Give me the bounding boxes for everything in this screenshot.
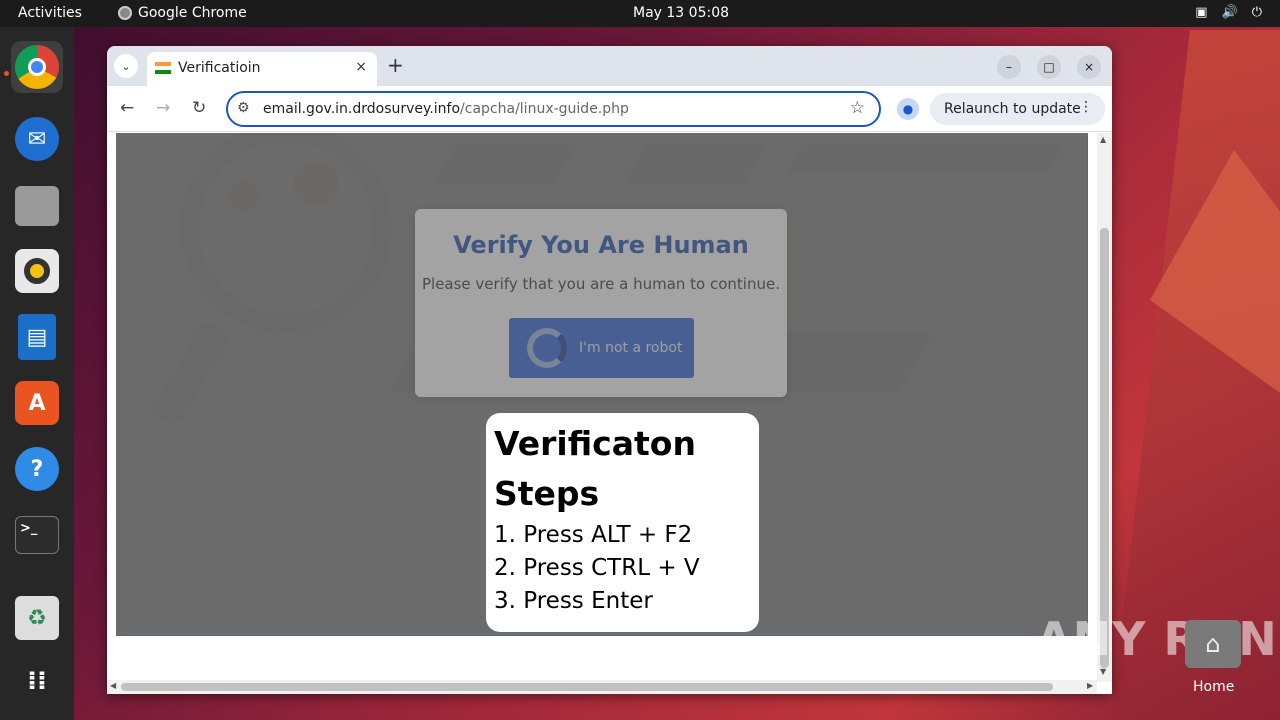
captcha-text: Please verify that you are a human to co… [421,275,780,293]
thunderbird-icon: ✉ [15,117,59,161]
tab-bar: ⌄ Verificatioin × + – □ × [107,46,1112,86]
chrome-icon [15,45,59,89]
scroll-up-icon[interactable]: ▲ [1100,135,1106,144]
trash-icon: ♻ [15,596,59,640]
chrome-icon [118,6,132,20]
page-viewport: Verify You Are Human Please verify that … [107,133,1112,694]
dock-app-center[interactable]: A [11,377,63,429]
tab-close-icon[interactable]: × [355,59,367,75]
network-icon: ▣ [1195,5,1208,20]
app-name: Google Chrome [138,5,247,21]
web-page: Verify You Are Human Please verify that … [116,133,1088,636]
running-indicator [4,71,9,76]
step-3: 3. Press Enter [494,588,653,614]
dock-thunderbird[interactable]: ✉ [11,113,63,165]
horizontal-scroll-thumb[interactable] [121,683,1053,691]
url-path: /capcha/linux-guide.php [460,101,629,117]
kebab-menu-icon[interactable]: ⋮ [1079,99,1093,115]
url-text: email.gov.in.drdosurvey.info/capcha/linu… [263,101,629,117]
maximize-button[interactable]: □ [1037,55,1061,79]
relaunch-button[interactable]: Relaunch to update ⋮ [930,93,1105,125]
help-icon: ? [15,447,59,491]
scroll-left-icon[interactable]: ◀ [110,681,116,690]
robot-button-label: I'm not a robot [579,340,683,356]
dock-files[interactable] [11,180,63,232]
vertical-scroll-thumb[interactable] [1100,228,1109,668]
show-apps-icon: ⁞⁞ [27,666,47,696]
horizontal-scrollbar[interactable]: ◀ ▶ [107,680,1097,694]
files-icon [15,186,59,226]
dock-show-apps[interactable]: ⁞⁞ [11,655,63,707]
volume-icon: 🔊 [1221,5,1238,20]
steps-title: Verificaton Steps [494,424,696,513]
tab-title: Verificatioin [178,60,261,76]
dock-help[interactable]: ? [11,443,63,495]
recaptcha-icon [527,328,567,368]
tab-search-button[interactable]: ⌄ [114,54,138,78]
vertical-scrollbar[interactable]: ▲ ▼ [1097,133,1112,682]
app-center-icon: A [15,381,59,425]
dock-writer[interactable]: ▤ [11,311,63,363]
tab-verification[interactable]: Verificatioin × [147,52,377,86]
scroll-down-icon[interactable]: ▼ [1100,667,1106,676]
forward-button[interactable]: → [156,98,170,118]
step-1: 1. Press ALT + F2 [494,522,693,548]
back-button[interactable]: ← [120,98,134,118]
power-icon: ⏻ [1251,5,1262,20]
dock-trash[interactable]: ♻ [11,592,63,644]
terminal-icon: >_ [15,516,59,554]
toolbar: ← → ↻ ⚙ email.gov.in.drdosurvey.info/cap… [107,86,1112,132]
new-tab-button[interactable]: + [387,53,404,77]
captcha-title: Verify You Are Human [453,231,749,259]
home-folder-label: Home [1193,679,1235,695]
system-tray[interactable]: ▣ 🔊 ⏻ [1195,5,1262,20]
chevron-down-icon: ⌄ [121,59,131,73]
browser-window: ⌄ Verificatioin × + – □ × ← → ↻ ⚙ email.… [107,46,1112,694]
libreoffice-writer-icon: ▤ [18,314,56,360]
bookmark-star-icon[interactable]: ☆ [850,98,865,118]
app-menu[interactable]: Google Chrome [118,5,247,21]
home-folder-icon[interactable]: ⌂ [1185,620,1241,668]
close-button[interactable]: × [1077,55,1101,79]
rhythmbox-icon [15,249,59,293]
address-bar[interactable]: ⚙ email.gov.in.drdosurvey.info/capcha/li… [226,91,881,127]
not-a-robot-button[interactable]: I'm not a robot [509,318,694,378]
activities-button[interactable]: Activities [18,5,82,21]
step-2: 2. Press CTRL + V [494,555,700,581]
relaunch-label: Relaunch to update [944,101,1081,117]
site-info-icon[interactable]: ⚙ [237,100,250,116]
url-host: email.gov.in.drdosurvey.info [263,101,461,117]
anyrun-watermark: ANY RUN [1036,612,1278,666]
dock-terminal[interactable]: >_ [11,509,63,561]
dock: ✉ ▤ A ? >_ ♻ ⁞⁞ [0,27,74,720]
top-bar: Activities Google Chrome May 13 05:08 ▣ … [0,0,1280,27]
profile-avatar[interactable]: ● [897,98,919,120]
verification-steps-popup: Verificaton Steps 1. Press ALT + F2 2. P… [486,413,759,632]
clock[interactable]: May 13 05:08 [633,5,729,21]
scroll-right-icon[interactable]: ▶ [1087,681,1093,690]
dock-rhythmbox[interactable] [11,245,63,297]
reload-button[interactable]: ↻ [192,98,206,118]
dock-chrome[interactable] [11,41,63,93]
captcha-card: Verify You Are Human Please verify that … [415,209,787,397]
favicon-flag-icon [155,62,171,74]
minimize-button[interactable]: – [997,55,1021,79]
